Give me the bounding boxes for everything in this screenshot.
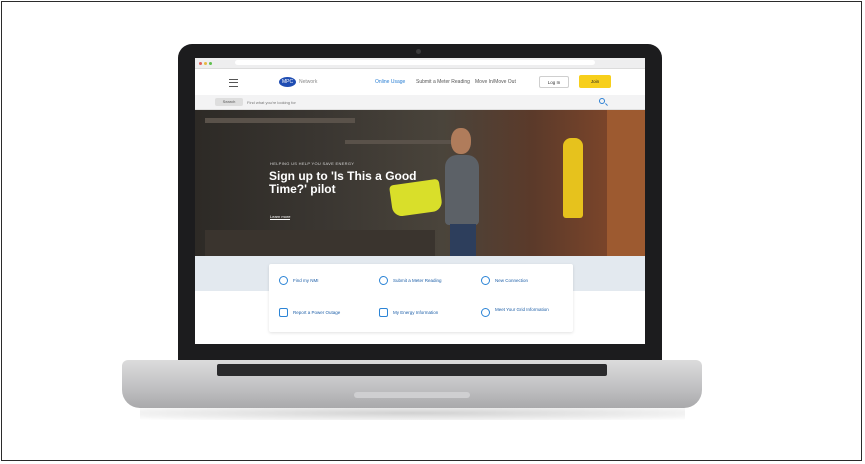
search-input[interactable] xyxy=(247,98,587,106)
hero-learn-more-link[interactable]: Learn more xyxy=(270,214,291,220)
laptop-lid: MPC Network Online Usage Submit a Meter … xyxy=(178,44,662,362)
quick-links-section: Find my NMI Submit a Meter Reading New C… xyxy=(195,256,645,344)
person-figure xyxy=(445,155,479,225)
trackpad xyxy=(354,392,470,398)
quick-link-submit-meter-reading[interactable]: Submit a Meter Reading xyxy=(393,278,442,283)
shelf xyxy=(345,140,465,144)
chart-icon xyxy=(379,308,388,317)
shelf xyxy=(205,118,355,123)
search-scope-select[interactable]: Search xyxy=(215,98,243,106)
keyboard xyxy=(217,364,607,376)
nav-link-online-usage[interactable]: Online Usage xyxy=(375,79,405,85)
search-icon[interactable] xyxy=(599,98,605,104)
hero-eyebrow: HELPING US HELP YOU SAVE ENERGY xyxy=(270,161,355,166)
counter xyxy=(205,230,435,256)
laptop-screen: MPC Network Online Usage Submit a Meter … xyxy=(195,58,645,344)
address-bar[interactable] xyxy=(235,60,595,65)
search-bar: Search xyxy=(195,95,645,110)
login-button[interactable]: Log In xyxy=(539,76,569,88)
hero-banner: HELPING US HELP YOU SAVE ENERGY Sign up … xyxy=(195,110,645,256)
join-button[interactable]: Join xyxy=(579,75,611,88)
camera-icon xyxy=(416,49,421,54)
laptop-shadow xyxy=(140,406,685,420)
grid-icon xyxy=(481,308,490,317)
person-legs xyxy=(450,224,476,256)
quick-link-energy-information[interactable]: My Energy Information xyxy=(393,310,438,315)
browser-toolbar xyxy=(195,58,645,69)
quick-links-card: Find my NMI Submit a Meter Reading New C… xyxy=(269,264,573,332)
minimize-dot-icon[interactable] xyxy=(204,62,207,65)
search-icon xyxy=(279,276,288,285)
nav-link-submit-meter-reading[interactable]: Submit a Meter Reading xyxy=(416,79,470,85)
site-logo[interactable]: MPC xyxy=(279,77,296,87)
hanging-coat xyxy=(563,138,583,218)
hero-title: Sign up to 'Is This a Good Time?' pilot xyxy=(269,169,417,196)
globe-icon xyxy=(481,276,490,285)
close-dot-icon[interactable] xyxy=(199,62,202,65)
quick-link-report-outage[interactable]: Report a Power Outage xyxy=(293,310,340,315)
nav-link-move-in-out[interactable]: Move In/Move Out xyxy=(475,79,516,85)
person-head xyxy=(451,128,471,154)
warning-icon xyxy=(279,308,288,317)
hamburger-menu-icon[interactable] xyxy=(229,79,238,87)
brand-text: Network xyxy=(299,79,318,85)
laptop-base xyxy=(122,360,702,408)
quick-link-find-nmi[interactable]: Find my NMI xyxy=(293,278,319,283)
wooden-door xyxy=(607,110,645,256)
quick-link-new-connection[interactable]: New Connection xyxy=(495,278,528,283)
meter-icon xyxy=(379,276,388,285)
maximize-dot-icon[interactable] xyxy=(209,62,212,65)
quick-link-grid-information[interactable]: Meet Your Grid Information xyxy=(495,307,555,312)
site-header: MPC Network Online Usage Submit a Meter … xyxy=(195,69,645,95)
